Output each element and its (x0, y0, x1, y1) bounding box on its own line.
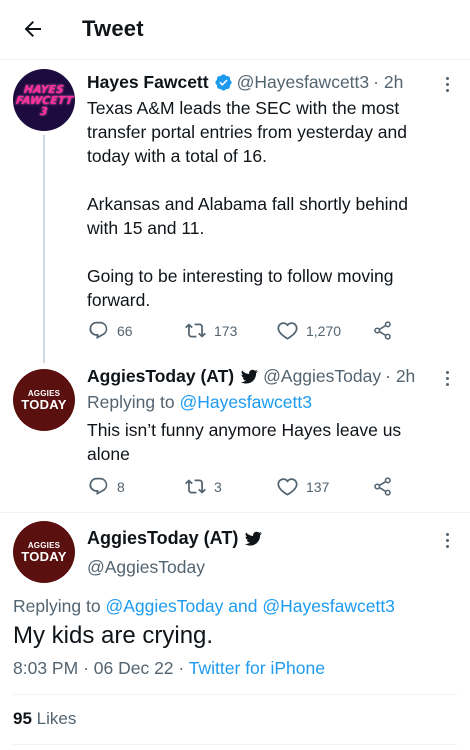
twitter-bird-icon (245, 531, 263, 546)
reply-count: 8 (117, 478, 125, 495)
retweet-button[interactable]: 3 (185, 476, 222, 497)
share-button[interactable] (372, 476, 393, 497)
tweet-actions: 8 3 137 (88, 476, 418, 498)
divider (13, 744, 457, 745)
tweet-actions: 66 173 1,270 (88, 320, 418, 342)
share-icon (374, 477, 391, 496)
more-options-button[interactable] (437, 368, 457, 388)
page-title: Tweet (82, 16, 144, 41)
reply-icon (89, 321, 108, 339)
meta-separator: · (83, 658, 89, 678)
reply-button[interactable]: 8 (88, 476, 125, 497)
replying-prefix: Replying to (13, 596, 101, 616)
tweet-date[interactable]: 06 Dec 22 (94, 658, 174, 678)
main-tweet-header: AggiesToday (AT) (87, 528, 267, 549)
top-bar: Tweet (0, 0, 470, 60)
tweet-text: This isn’t funny anymore Hayes leave us … (87, 420, 407, 464)
retweet-button[interactable]: 173 (185, 320, 237, 341)
mention-link[interactable]: @AggiesToday (105, 596, 223, 616)
avatar-text-line: FAWCETT (14, 93, 74, 107)
avatar-text-line: 3 (39, 104, 49, 118)
author-handle[interactable]: @AggiesToday (87, 557, 205, 578)
avatar-text-line: TODAY (21, 549, 67, 564)
twitter-bird-icon (240, 369, 258, 384)
reply-icon (89, 477, 108, 495)
share-button[interactable] (372, 320, 393, 341)
tweet-header: Hayes Fawcett @Hayesfawcett3 · 2h (87, 72, 403, 93)
heart-icon (277, 478, 298, 496)
tweet-time[interactable]: 8:03 PM (13, 658, 78, 678)
back-button[interactable] (18, 14, 48, 44)
like-count: 137 (306, 478, 330, 495)
verified-badge-icon (214, 74, 232, 91)
tweet-header: AggiesToday (AT) @AggiesToday · 2h (87, 366, 415, 387)
replying-prefix: Replying to (87, 392, 175, 412)
author-handle[interactable]: @AggiesToday (263, 366, 381, 387)
author-name[interactable]: AggiesToday (AT) (87, 366, 234, 387)
replying-to: Replying to @Hayesfawcett3 (87, 392, 312, 413)
reply-count: 66 (117, 322, 133, 339)
mention-link[interactable]: @Hayesfawcett3 (262, 596, 395, 616)
likes-label: Likes (36, 709, 77, 728)
author-name[interactable]: AggiesToday (AT) (87, 528, 238, 549)
more-options-button[interactable] (437, 530, 457, 550)
divider (0, 512, 470, 513)
avatar-hayes-fawcett[interactable]: HAYES FAWCETT 3 (13, 69, 75, 131)
author-handle[interactable]: @Hayesfawcett3 (237, 72, 370, 93)
likes-count: 95 (13, 709, 32, 728)
share-icon (374, 321, 391, 340)
avatar-aggies-today[interactable]: AGGIES TODAY (13, 521, 75, 583)
main-tweet-text: My kids are crying. (13, 622, 214, 649)
likes-summary[interactable]: 95 Likes (13, 709, 76, 729)
like-button[interactable]: 1,270 (277, 320, 341, 341)
avatar-aggies-today[interactable]: AGGIES TODAY (13, 369, 75, 431)
meta-separator: · (178, 658, 185, 678)
avatar-text-line: TODAY (21, 397, 67, 412)
replying-to: Replying to @AggiesToday and @Hayesfawce… (13, 596, 395, 617)
author-name[interactable]: Hayes Fawcett (87, 72, 209, 93)
tweet-source[interactable]: Twitter for iPhone (189, 658, 325, 678)
avatar-text-line: HAYES (23, 82, 65, 96)
replying-and: and (228, 596, 258, 616)
tweet-time[interactable]: · 2h (373, 72, 403, 93)
retweet-icon (185, 479, 206, 494)
retweet-icon (185, 323, 206, 338)
tweet-meta: 8:03 PM · 06 Dec 22 · Twitter for iPhone (13, 658, 325, 679)
more-options-button[interactable] (437, 74, 457, 94)
retweet-count: 173 (214, 322, 238, 339)
mention-link[interactable]: @Hayesfawcett3 (179, 392, 312, 412)
retweet-count: 3 (214, 478, 222, 495)
like-button[interactable]: 137 (277, 476, 329, 497)
like-count: 1,270 (306, 322, 342, 339)
divider (13, 694, 457, 695)
thread-connector (43, 135, 45, 363)
heart-icon (277, 322, 298, 340)
tweet-time[interactable]: · 2h (385, 366, 415, 387)
tweet-text: Texas A&M leads the SEC with the most tr… (87, 98, 409, 310)
arrow-left-icon (24, 21, 41, 37)
reply-button[interactable]: 66 (88, 320, 133, 341)
